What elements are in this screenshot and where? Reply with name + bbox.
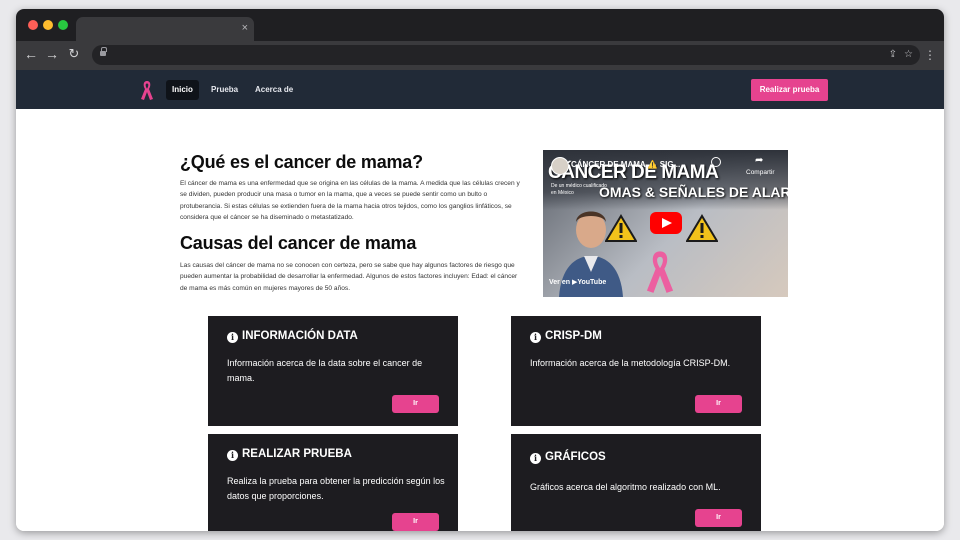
- bookmark-star-icon[interactable]: ☆: [904, 47, 913, 63]
- maximize-window-button[interactable]: [58, 20, 68, 30]
- card-text: Información acerca de la metodología CRI…: [530, 358, 731, 368]
- card-crisp-dm: i CRISP-DM Información acerca de la metod…: [511, 316, 761, 426]
- lock-icon: [100, 47, 107, 58]
- ir-button[interactable]: Ir: [695, 509, 742, 527]
- video-subtitle: De un médico cualificado en México: [551, 183, 607, 196]
- card-title-text: INFORMACIÓN DATA: [242, 330, 358, 342]
- card-informacion-data: i INFORMACIÓN DATA Información acerca de …: [208, 316, 458, 426]
- realizar-prueba-button[interactable]: Realizar prueba: [751, 79, 828, 101]
- card-text: Información acerca de la data sobre el c…: [227, 358, 423, 383]
- ir-button[interactable]: Ir: [695, 395, 742, 413]
- card-title-text: REALIZAR PRUEBA: [242, 448, 352, 460]
- card-graficos: i GRÁFICOS Gráficos acerca del algoritmo …: [511, 434, 761, 531]
- channel-avatar[interactable]: [551, 157, 569, 175]
- watch-later-icon[interactable]: [711, 157, 721, 167]
- warning-icon: [686, 214, 718, 242]
- nav-inicio[interactable]: Inicio: [166, 80, 199, 100]
- play-button-icon[interactable]: [650, 212, 682, 234]
- info-icon: i: [530, 453, 541, 464]
- pink-ribbon-logo[interactable]: [140, 79, 154, 101]
- card-realizar-prueba: i REALIZAR PRUEBA Realiza la prueba para …: [208, 434, 458, 531]
- ir-button[interactable]: Ir: [392, 513, 439, 531]
- browser-toolbar: ← → ↻ ⇪ ☆ ⋮: [16, 41, 944, 70]
- watch-on-youtube[interactable]: Ver en ▶YouTube: [549, 278, 606, 286]
- share-icon[interactable]: ⇪: [889, 47, 897, 63]
- ir-button[interactable]: Ir: [392, 395, 439, 413]
- card-title: i REALIZAR PRUEBA: [227, 448, 352, 461]
- browser-window: × ← → ↻ ⇪ ☆ ⋮ Inicio Prueba Acerca de Re…: [16, 9, 944, 531]
- nav-acerca-de[interactable]: Acerca de: [249, 80, 299, 100]
- card-title: i GRÁFICOS: [530, 451, 606, 464]
- video-share-label[interactable]: Compartir: [746, 169, 775, 176]
- browser-tab[interactable]: ×: [76, 17, 254, 41]
- card-title: i INFORMACIÓN DATA: [227, 330, 358, 343]
- card-title-text: CRISP-DM: [545, 330, 602, 342]
- card-title: i CRISP-DM: [530, 330, 602, 343]
- card-text: Realiza la prueba para obtener la predic…: [227, 476, 445, 501]
- warning-icon: [605, 214, 637, 242]
- intro-title: ¿Qué es el cancer de mama?: [180, 152, 423, 172]
- nav-prueba[interactable]: Prueba: [205, 80, 244, 100]
- causes-text: Las causas del cáncer de mama no se cono…: [180, 262, 518, 292]
- address-bar[interactable]: ⇪ ☆: [92, 45, 920, 65]
- pink-ribbon-icon: [646, 251, 674, 293]
- forward-button[interactable]: →: [43, 45, 61, 63]
- card-text: Gráficos acerca del algoritmo realizado …: [530, 482, 721, 492]
- video-title[interactable]: CÁNCER DE MAMA ⚠️ SIG...: [571, 160, 680, 169]
- video-headline-2: OMAS & SEÑALES DE ALARMA: [599, 184, 788, 200]
- info-icon: i: [227, 332, 238, 343]
- intro-text: El cáncer de mama es una enfermedad que …: [180, 180, 520, 221]
- close-window-button[interactable]: [28, 20, 38, 30]
- reload-button[interactable]: ↻: [65, 45, 83, 63]
- causes-title: Causas del cancer de mama: [180, 233, 417, 253]
- tab-close-icon[interactable]: ×: [242, 21, 248, 35]
- minimize-window-button[interactable]: [43, 20, 53, 30]
- back-button[interactable]: ←: [22, 45, 40, 63]
- card-title-text: GRÁFICOS: [545, 451, 606, 463]
- share-arrow-icon[interactable]: ➦: [755, 155, 763, 166]
- site-navbar: Inicio Prueba Acerca de Realizar prueba: [16, 70, 944, 109]
- info-icon: i: [530, 332, 541, 343]
- youtube-video-embed[interactable]: CÁNCER DE MAMA OMAS & SEÑALES DE ALARMA …: [543, 150, 788, 297]
- tab-strip: ×: [16, 9, 944, 41]
- info-icon: i: [227, 450, 238, 461]
- page-viewport: Inicio Prueba Acerca de Realizar prueba …: [16, 70, 944, 531]
- menu-dots-icon[interactable]: ⋮: [924, 46, 936, 64]
